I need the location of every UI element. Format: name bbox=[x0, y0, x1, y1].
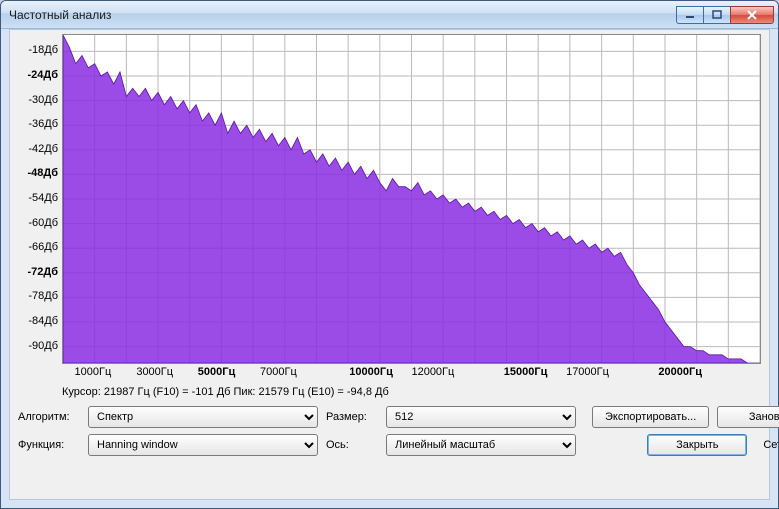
close-window-button[interactable] bbox=[730, 6, 774, 24]
x-tick: 1000Гц bbox=[75, 366, 112, 378]
y-tick: -78Дб bbox=[28, 290, 58, 302]
titlebar[interactable]: Частотный анализ bbox=[1, 1, 778, 29]
minimize-button[interactable] bbox=[676, 6, 704, 24]
function-label: Функция: bbox=[18, 439, 80, 451]
x-tick: 7000Гц bbox=[260, 366, 297, 378]
x-tick: 20000Гц bbox=[658, 366, 702, 378]
controls-grid: Алгоритм: Спектр Размер: 512 Экспортиров… bbox=[18, 406, 761, 456]
grid-label: Сетка bbox=[763, 439, 779, 451]
content-area: -18Дб -24Дб -30Дб -36Дб -42Дб -48Дб -54Дб -60Дб… bbox=[9, 29, 770, 500]
maximize-button[interactable] bbox=[703, 6, 731, 24]
spectrum-chart: -18Дб -24Дб -30Дб -36Дб -42Дб -48Дб -54Дб -60Дб… bbox=[18, 34, 761, 364]
y-tick: -54Дб bbox=[28, 192, 58, 204]
axis-select[interactable]: Линейный масштаб bbox=[386, 434, 576, 456]
window-title: Частотный анализ bbox=[9, 8, 677, 22]
x-tick: 10000Гц bbox=[349, 366, 393, 378]
y-tick: -90Дб bbox=[28, 340, 58, 352]
plot-area[interactable] bbox=[62, 34, 761, 364]
y-tick: -36Дб bbox=[28, 118, 58, 130]
window-buttons bbox=[677, 6, 774, 24]
y-axis: -18Дб -24Дб -30Дб -36Дб -42Дб -48Дб -54Дб -60Дб… bbox=[18, 34, 62, 364]
y-tick: -60Дб bbox=[28, 217, 58, 229]
close-button[interactable]: Закрыть bbox=[647, 434, 747, 456]
y-tick: -42Дб bbox=[28, 143, 58, 155]
app-window: Частотный анализ -18Дб -24Дб -30Дб -36Дб -42… bbox=[0, 0, 779, 509]
y-tick: -48Дб bbox=[27, 167, 58, 179]
x-tick: 3000Гц bbox=[136, 366, 173, 378]
algorithm-label: Алгоритм: bbox=[18, 411, 80, 423]
x-axis: 1000Гц 3000Гц 5000Гц 7000Гц 10000Гц 12000Гц 15… bbox=[62, 364, 761, 382]
cursor-peak-status: Курсор: 21987 Гц (F10) = -101 Дб Пик: 21… bbox=[62, 386, 761, 398]
x-tick: 17000Гц bbox=[566, 366, 609, 378]
export-button[interactable]: Экспортировать... bbox=[592, 406, 709, 428]
x-tick: 5000Гц bbox=[198, 366, 235, 378]
y-tick: -24Дб bbox=[27, 69, 58, 81]
spectrum-svg bbox=[63, 35, 760, 363]
function-select[interactable]: Hanning window bbox=[88, 434, 318, 456]
axis-label: Ось: bbox=[326, 439, 378, 451]
size-select[interactable]: 512 bbox=[386, 406, 576, 428]
size-label: Размер: bbox=[326, 411, 378, 423]
y-tick: -66Дб bbox=[28, 241, 58, 253]
replot-button[interactable]: Заново bbox=[717, 406, 779, 428]
y-tick: -18Дб bbox=[28, 44, 58, 56]
y-tick: -30Дб bbox=[28, 94, 58, 106]
y-tick: -72Дб bbox=[27, 266, 58, 278]
algorithm-select[interactable]: Спектр bbox=[88, 406, 318, 428]
x-tick: 12000Гц bbox=[411, 366, 454, 378]
y-tick: -84Дб bbox=[28, 315, 58, 327]
x-tick: 15000Гц bbox=[504, 366, 548, 378]
